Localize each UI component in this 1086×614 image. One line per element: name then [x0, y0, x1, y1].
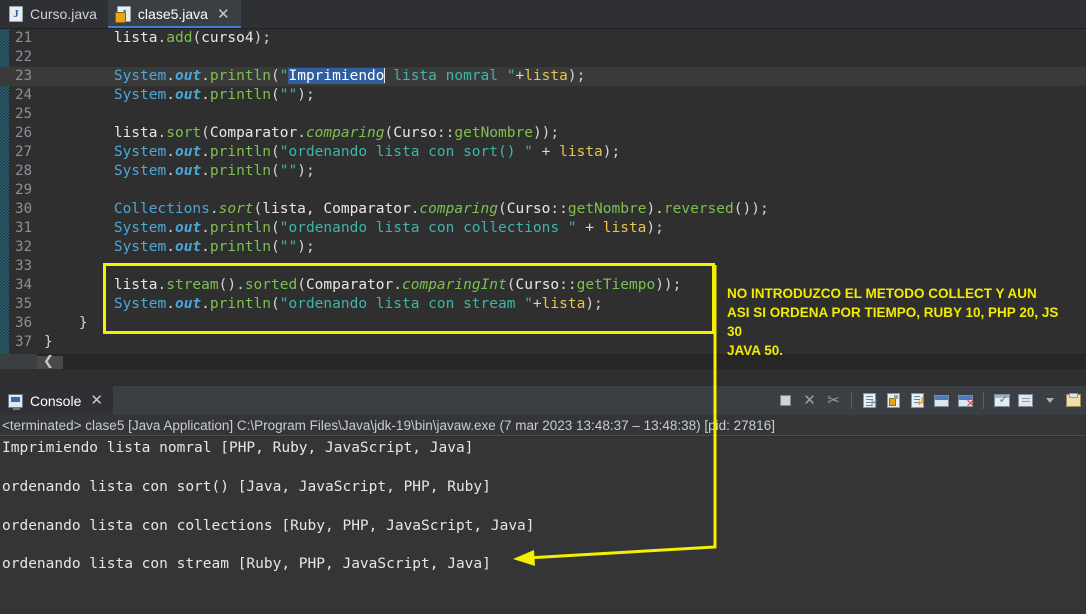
line-number: 37 [15, 334, 32, 350]
console-tab-label: Console [30, 392, 82, 409]
code-line: 29 [0, 181, 1086, 200]
remove-all-terminated-button[interactable]: ✂ [823, 390, 844, 411]
display-console-dropdown[interactable] [1039, 390, 1060, 411]
code-line: 22 [0, 48, 1086, 67]
code-line: 32........System.out.println(""); [0, 238, 1086, 257]
open-console-icon [1066, 393, 1081, 407]
wrap-icon: ↲ [911, 393, 925, 408]
toolbar-separator [983, 392, 984, 409]
line-number: 23 [15, 68, 32, 84]
console-status-line: <terminated> clase5 [Java Application] C… [0, 415, 1086, 436]
tab-label: Curso.java [30, 6, 97, 22]
chevron-left-icon[interactable]: ❮ [43, 354, 54, 369]
editor-gutter-footer [0, 354, 37, 369]
console-icon [8, 393, 23, 410]
code-line: 24........System.out.println(""); [0, 86, 1086, 105]
close-x-icon: ✕ [803, 391, 816, 409]
code-line-current: 23........System.out.println("Imprimiend… [0, 67, 1086, 86]
code-line: 28........System.out.println(""); [0, 162, 1086, 181]
pin-icon: ✓ [993, 393, 1010, 407]
line-number: 29 [15, 182, 32, 198]
code-line: 33 [0, 257, 1086, 276]
terminate-button[interactable] [775, 390, 796, 411]
open-console-button[interactable] [1063, 390, 1084, 411]
chevron-down-icon [1045, 398, 1054, 403]
line-number: 34 [15, 277, 32, 293]
line-number: 24 [15, 87, 32, 103]
close-icon[interactable]: ✕ [217, 6, 230, 22]
line-number: 25 [15, 106, 32, 122]
line-number: 30 [15, 201, 32, 217]
scroll-lock-button[interactable] [883, 390, 904, 411]
console-output-text: Imprimiendo lista nomral [PHP, Ruby, Jav… [2, 440, 535, 573]
console-output-icon [934, 394, 949, 407]
code-line: 26........lista.sort(Comparator.comparin… [0, 124, 1086, 143]
tab-console[interactable]: Console ✕ [0, 385, 113, 416]
code-line: 25 [0, 105, 1086, 124]
show-console-on-output-button[interactable] [931, 390, 952, 411]
stop-icon [780, 395, 791, 406]
code-line: 27........System.out.println("ordenando … [0, 143, 1086, 162]
console-toolbar: ✕ ✂ ✕ ↲ ✕ ✓ [775, 390, 1086, 411]
annotation-line: JAVA 50. [727, 343, 784, 358]
code-line: 21........lista.add(curso4); [0, 29, 1086, 48]
remove-launch-button[interactable]: ✕ [799, 390, 820, 411]
lock-icon [887, 393, 900, 408]
line-number: 36 [15, 315, 32, 331]
pin-console-button[interactable]: ✓ [991, 390, 1012, 411]
close-icon[interactable]: ✕ [90, 393, 103, 408]
line-number: 28 [15, 163, 32, 179]
line-number: 26 [15, 125, 32, 141]
clear-document-icon: ✕ [863, 393, 878, 409]
console-tab-bar: Console ✕ ✕ ✂ ✕ ↲ ✕ ✓ [0, 385, 1086, 416]
close-all-x-icon: ✂ [827, 391, 840, 409]
line-number: 31 [15, 220, 32, 236]
console-error-icon: ✕ [958, 394, 975, 409]
line-number: 22 [15, 49, 32, 65]
code-line: 31........System.out.println("ordenando … [0, 219, 1086, 238]
java-file-warning-icon [114, 6, 131, 23]
selected-text: Imprimiendo [288, 68, 385, 84]
java-file-icon [9, 6, 23, 22]
annotation-text: NO INTRODUZCO EL METODO COLLECT Y AUN AS… [727, 284, 1077, 360]
line-number: 21 [15, 30, 32, 46]
line-number: 27 [15, 144, 32, 160]
line-number: 33 [15, 258, 32, 274]
annotation-line: NO INTRODUZCO EL METODO COLLECT Y AUN [727, 286, 1037, 301]
tab-curso-java[interactable]: Curso.java [0, 0, 108, 28]
annotation-line: ASI SI ORDENA POR TIEMPO, RUBY 10, PHP 2… [727, 305, 1059, 339]
line-number: 32 [15, 239, 32, 255]
line-number: 35 [15, 296, 32, 312]
editor-tab-bar: Curso.java clase5.java ✕ [0, 0, 1086, 29]
tab-clase5-java[interactable]: clase5.java ✕ [107, 0, 241, 28]
console-output[interactable]: Imprimiendo lista nomral [PHP, Ruby, Jav… [0, 437, 1086, 614]
clear-console-button[interactable]: ✕ [859, 390, 880, 411]
tab-label: clase5.java [137, 6, 208, 22]
show-console-on-error-button[interactable]: ✕ [955, 390, 976, 411]
toolbar-separator [851, 392, 852, 409]
code-line: 30........Collections.sort(lista, Compar… [0, 200, 1086, 219]
word-wrap-button[interactable]: ↲ [907, 390, 928, 411]
display-selected-console-button[interactable] [1015, 390, 1036, 411]
display-icon [1018, 394, 1033, 407]
